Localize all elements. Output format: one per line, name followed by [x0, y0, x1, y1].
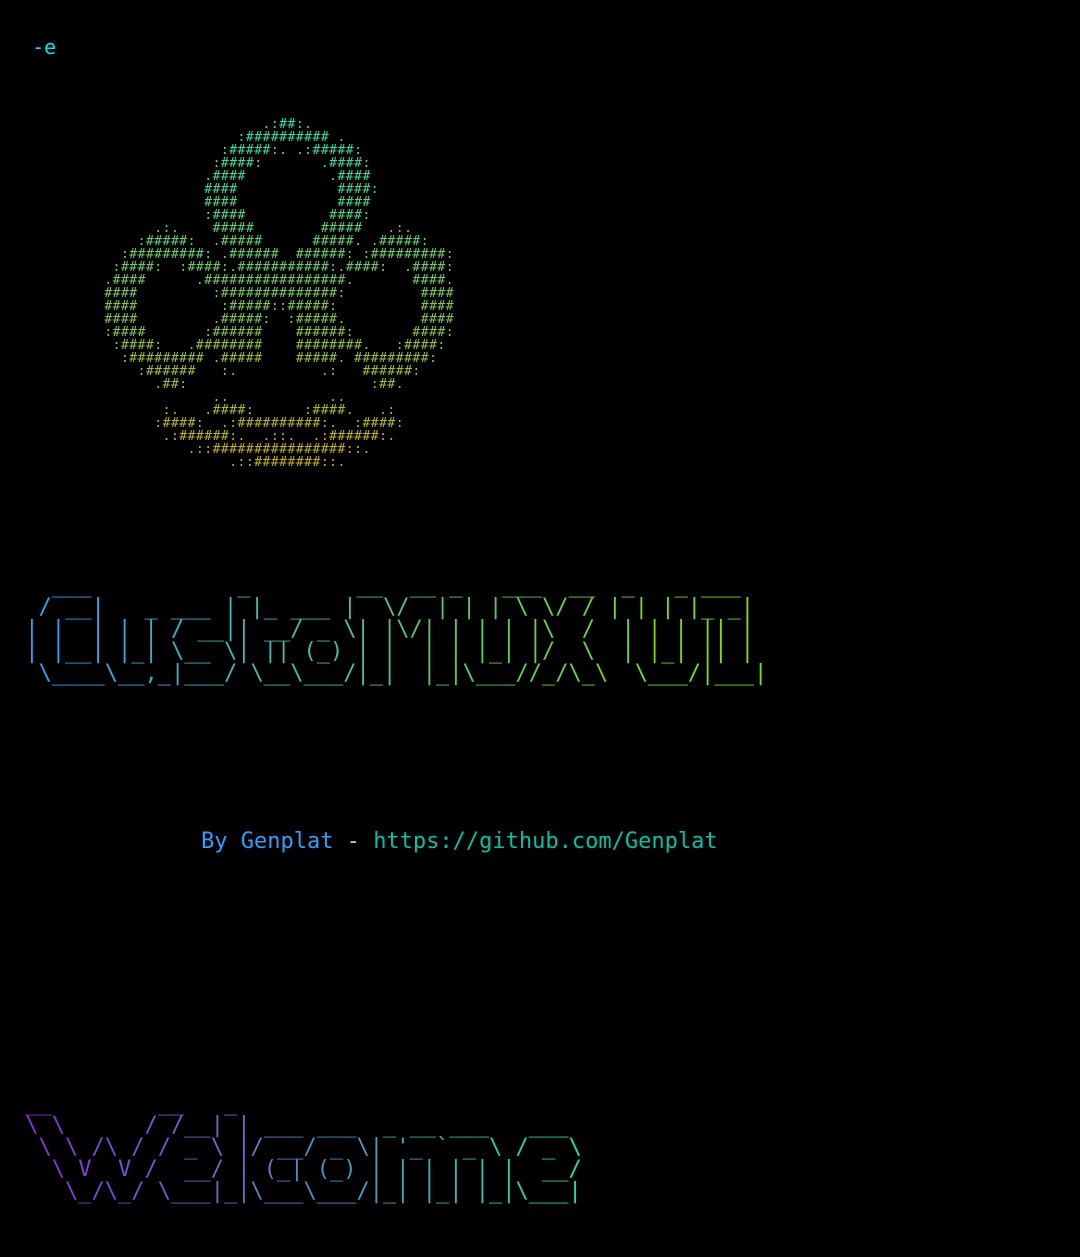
welcome-ascii: __ __ _ \ \ / /__| | ___ ___ _ __ ___ __… — [12, 1093, 1072, 1203]
title-ascii: ___ _ __ __ _ ___ __ _ _ ___ / __| _ ___… — [12, 575, 1072, 685]
byline-author: By Genplat — [201, 829, 333, 854]
flag-text: -e — [32, 35, 56, 59]
byline-link[interactable]: https://github.com/Genplat — [373, 829, 717, 854]
byline: By Genplat - https://github.com/Genplat — [148, 799, 1072, 885]
byline-separator: - — [333, 829, 373, 854]
biohazard-ascii: .:##:. :########## . :#####:. .:#####: :… — [96, 118, 1072, 469]
